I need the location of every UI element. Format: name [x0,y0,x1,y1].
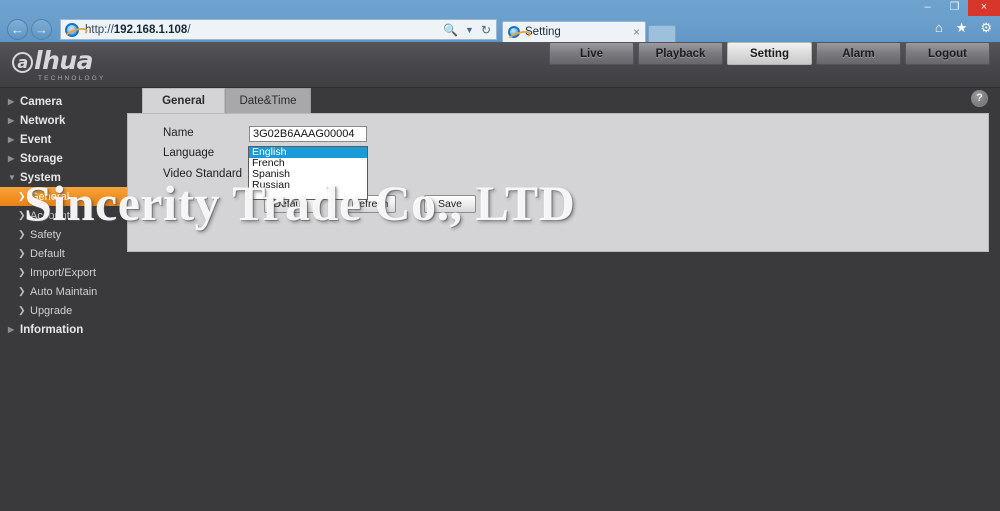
url-text: http://192.168.1.108/ [85,24,191,36]
chevron-right-icon: ▶ [8,116,15,125]
tab-general[interactable]: General [142,88,225,113]
forward-arrow-icon[interactable]: → [31,19,52,40]
dahua-logo: a lhua TECHNOLOGY [12,48,106,82]
address-bar-tools: 🔍 ▼ ↻ [443,20,491,39]
sidebar-item-label: Camera [20,95,63,108]
close-window-button[interactable]: × [968,0,1000,16]
nav-button-alarm[interactable]: Alarm [816,42,901,65]
sidebar: ▶ Camera ▶ Network ▶ Event ▶ Storage ▼ System… [0,88,127,511]
sidebar-item-auto-maintain[interactable]: ❯ Auto Maintain [0,282,127,301]
tab-close-icon[interactable]: × [633,25,640,39]
sidebar-item-label: Storage [20,152,63,165]
field-row-name: Name [163,127,253,139]
address-bar[interactable]: http://192.168.1.108/ 🔍 ▼ ↻ [60,19,497,40]
app-header: a lhua TECHNOLOGY Live Playback Setting A… [0,42,1000,88]
browser-toolbar-icons: ⌂ ★ ⚙ [935,21,992,34]
sidebar-item-label: General [30,190,70,203]
minimize-icon: – [924,0,931,13]
tab-date-time[interactable]: Date&Time [225,88,311,113]
sidebar-item-general[interactable]: ❯ General [0,187,127,206]
browser-chrome: – ❐ × ← → http://192.168.1.108/ 🔍 ▼ ↻ Se… [0,0,1000,42]
name-input[interactable]: 3G02B6AAAG00004 [249,126,367,142]
nav-button-live[interactable]: Live [549,42,634,65]
browser-tab-setting[interactable]: Setting × [502,21,646,42]
close-icon: × [980,0,988,13]
url-scheme: http:// [85,23,114,36]
chevron-right-icon: ▶ [8,135,15,144]
favorites-star-icon[interactable]: ★ [956,21,968,34]
chevron-right-icon: ▶ [8,97,15,106]
save-button[interactable]: Save [424,195,476,213]
sidebar-item-event[interactable]: ▶ Event [0,130,127,149]
logo-text: lhua [34,46,94,75]
sidebar-item-label: Network [20,114,66,127]
chevron-right-icon: ❯ [18,248,26,258]
sidebar-item-safety[interactable]: ❯ Safety [0,225,127,244]
language-label: Language [163,147,215,159]
sidebar-item-label: System [20,171,61,184]
tab-strip: Setting × [502,17,676,42]
sidebar-item-system[interactable]: ▼ System [0,168,127,187]
refresh-icon[interactable]: ↻ [481,23,491,37]
tools-gear-icon[interactable]: ⚙ [980,21,992,34]
tab-title: Setting [525,26,561,38]
browser-nav-row: ← → http://192.168.1.108/ 🔍 ▼ ↻ Setting … [0,17,1000,42]
help-icon[interactable]: ? [971,90,988,107]
minimize-button[interactable]: – [914,0,941,16]
tab-favicon-icon [508,26,520,38]
chevron-right-icon: ▶ [8,325,15,334]
content-tabbar: General Date&Time [127,88,989,113]
chevron-right-icon: ❯ [18,191,26,201]
search-magnifier-icon[interactable]: 🔍 [443,23,458,37]
window-controls: – ❐ × [914,0,1000,16]
logo-tagline: TECHNOLOGY [38,75,106,82]
nav-button-playback[interactable]: Playback [638,42,723,65]
language-option-russian[interactable]: Russian [249,180,367,191]
logo-a-mark: a [12,52,33,73]
field-row-language: Language [163,147,253,159]
top-navigation: Live Playback Setting Alarm Logout [549,42,990,65]
name-label: Name [163,127,194,139]
chevron-right-icon: ▶ [8,154,15,163]
sidebar-item-default[interactable]: ❯ Default [0,244,127,263]
sidebar-item-label: Account [30,209,70,222]
sidebar-item-import-export[interactable]: ❯ Import/Export [0,263,127,282]
sidebar-item-label: Import/Export [30,266,97,279]
nav-button-setting[interactable]: Setting [727,42,812,65]
sidebar-item-storage[interactable]: ▶ Storage [0,149,127,168]
back-arrow-icon[interactable]: ← [7,19,28,40]
logo-wordmark: a lhua [12,48,106,73]
sidebar-item-network[interactable]: ▶ Network [0,111,127,130]
new-tab-button[interactable] [648,25,676,42]
internet-explorer-icon [65,22,79,37]
dropdown-empty-space [249,191,367,199]
chevron-down-icon: ▼ [8,173,16,182]
chevron-right-icon: ❯ [18,286,26,296]
sidebar-item-label: Default [30,247,65,260]
sidebar-item-camera[interactable]: ▶ Camera [0,92,127,111]
home-icon[interactable]: ⌂ [935,21,943,34]
sidebar-item-label: Safety [30,228,62,241]
maximize-button[interactable]: ❐ [941,0,968,16]
chevron-right-icon: ❯ [18,305,26,315]
chevron-right-icon: ❯ [18,210,26,220]
url-host: 192.168.1.108 [113,23,188,36]
chevron-right-icon: ❯ [18,267,26,277]
sidebar-item-label: Information [20,323,84,336]
sidebar-item-label: Event [20,133,52,146]
maximize-icon: ❐ [949,0,960,13]
sidebar-item-information[interactable]: ▶ Information [0,320,127,339]
language-dropdown-list[interactable]: English French Spanish Russian [248,146,368,200]
sidebar-item-account[interactable]: ❯ Account [0,206,127,225]
sidebar-item-upgrade[interactable]: ❯ Upgrade [0,301,127,320]
url-path: / [187,23,191,36]
nav-button-logout[interactable]: Logout [905,42,990,65]
chevron-right-icon: ❯ [18,229,26,239]
chevron-down-icon[interactable]: ▼ [465,25,474,35]
app-root: – ❐ × ← → http://192.168.1.108/ 🔍 ▼ ↻ Se… [0,0,1000,511]
sidebar-item-label: Auto Maintain [30,285,98,298]
sidebar-item-label: Upgrade [30,304,73,317]
